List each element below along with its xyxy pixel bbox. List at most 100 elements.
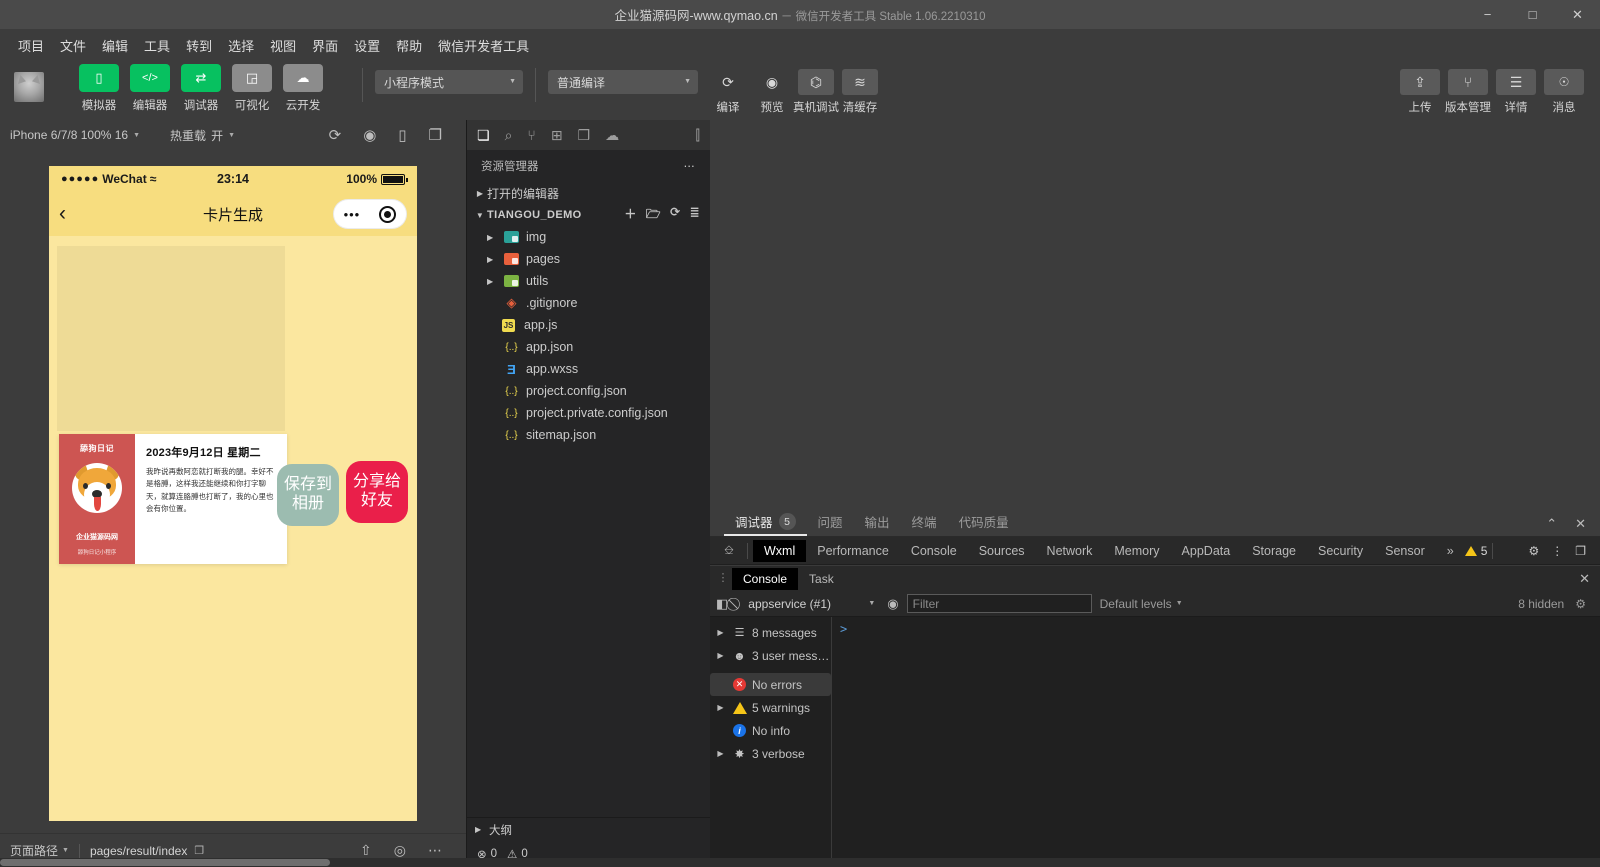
tree-item-img[interactable]: ▶ img bbox=[467, 226, 710, 248]
cloud-debug-icon[interactable]: ☁ bbox=[605, 127, 619, 144]
console-filter-user-messages[interactable]: ▶ ☻ 3 user mess… bbox=[710, 644, 831, 667]
menu-item-edit[interactable]: 编辑 bbox=[94, 32, 136, 59]
tree-item-project-config[interactable]: ▶ {..} project.config.json bbox=[467, 380, 710, 402]
scrollbar-thumb[interactable] bbox=[0, 859, 330, 866]
collapse-icon[interactable]: ⌃ bbox=[1546, 516, 1557, 532]
console-filter-messages[interactable]: ▶ ☰ 8 messages bbox=[710, 621, 831, 644]
compile-button[interactable]: ⟳ 编译 bbox=[706, 64, 750, 115]
close-button[interactable]: ✕ bbox=[1555, 0, 1600, 30]
tree-item-app-json[interactable]: ▶ {..} app.json bbox=[467, 336, 710, 358]
files-icon[interactable]: ❏ bbox=[477, 127, 490, 144]
console-output[interactable]: > bbox=[832, 617, 1600, 867]
console-context-select[interactable]: appservice (#1) ▼ bbox=[744, 594, 879, 613]
tree-item-sitemap[interactable]: ▶ {..} sitemap.json bbox=[467, 424, 710, 446]
tab-network[interactable]: Network bbox=[1036, 540, 1104, 562]
menu-item-file[interactable]: 文件 bbox=[52, 32, 94, 59]
tree-item-app-wxss[interactable]: ▶ Ǝ app.wxss bbox=[467, 358, 710, 380]
tree-item-pages[interactable]: ▶ pages bbox=[467, 248, 710, 270]
menu-item-project[interactable]: 项目 bbox=[10, 32, 52, 59]
tab-performance[interactable]: Performance bbox=[806, 540, 900, 562]
settings-gear-icon[interactable]: ⚙ bbox=[1575, 597, 1586, 611]
console-filter-warnings[interactable]: ▶ 5 warnings bbox=[710, 696, 831, 719]
tab-security[interactable]: Security bbox=[1307, 540, 1374, 562]
compile-mode-select[interactable]: 普通编译 ▼ bbox=[548, 70, 698, 94]
tab-storage[interactable]: Storage bbox=[1241, 540, 1307, 562]
extensions-icon[interactable]: ⊞ bbox=[551, 127, 563, 144]
eye-icon[interactable]: ◎ bbox=[394, 842, 406, 859]
kebab-menu-icon[interactable]: ⋮ bbox=[1551, 544, 1563, 558]
devtools-warning-chip[interactable]: 5 bbox=[1464, 544, 1487, 558]
console-filter-input[interactable]: Filter bbox=[906, 594, 1092, 613]
tab-output[interactable]: 输出 bbox=[854, 512, 901, 536]
save-icon[interactable]: ❒ bbox=[578, 127, 591, 144]
device-select[interactable]: iPhone 6/7/8 100% 16 ▼ bbox=[10, 128, 140, 142]
preview-button[interactable]: ◉ 预览 bbox=[750, 64, 794, 115]
tab-task[interactable]: Task bbox=[798, 568, 845, 590]
more-icon[interactable]: ⋯ bbox=[428, 842, 442, 859]
menu-item-tools[interactable]: 工具 bbox=[136, 32, 178, 59]
tree-item-utils[interactable]: ▶ utils bbox=[467, 270, 710, 292]
hot-reload-toggle[interactable]: 热重载 开 ▼ bbox=[170, 127, 235, 144]
outline-section[interactable]: ▶ 大纲 bbox=[467, 817, 710, 841]
close-icon[interactable]: ✕ bbox=[1579, 571, 1600, 587]
tab-debugger[interactable]: 调试器 5 bbox=[724, 512, 807, 536]
more-icon[interactable]: ⋯ bbox=[684, 159, 697, 173]
tab-console[interactable]: Console bbox=[900, 540, 968, 562]
tab-wxml[interactable]: Wxml bbox=[753, 539, 807, 562]
new-folder-icon[interactable]: 🗁 bbox=[646, 205, 661, 226]
menu-item-devtools[interactable]: 微信开发者工具 bbox=[430, 32, 537, 59]
tree-item-gitignore[interactable]: ▶ ◈ .gitignore bbox=[467, 292, 710, 314]
menu-item-settings[interactable]: 设置 bbox=[346, 32, 388, 59]
toggle-cloud-button[interactable]: ☁ 云开发 bbox=[280, 64, 326, 113]
tab-sources[interactable]: Sources bbox=[968, 540, 1036, 562]
tab-code-quality[interactable]: 代码质量 bbox=[948, 512, 1020, 536]
toggle-debugger-button[interactable]: ⇄ 调试器 bbox=[178, 64, 224, 113]
sidebar-toggle-icon[interactable]: ◧ bbox=[716, 596, 728, 612]
messages-button[interactable]: ☉ 消息 bbox=[1542, 64, 1586, 115]
console-filter-verbose[interactable]: ▶ ✸ 3 verbose bbox=[710, 742, 831, 765]
menu-item-ui[interactable]: 界面 bbox=[304, 32, 346, 59]
drag-handle-icon[interactable]: ⋮ bbox=[714, 573, 732, 584]
console-filter-info[interactable]: ▶ i No info bbox=[710, 719, 831, 742]
project-root-row[interactable]: ▼ TIANGOU_DEMO ＋ 🗁 ⟳ ≣ bbox=[467, 204, 710, 226]
tab-memory[interactable]: Memory bbox=[1103, 540, 1170, 562]
new-file-icon[interactable]: ＋ bbox=[624, 205, 636, 226]
real-device-debug-button[interactable]: ⌬ 真机调试 bbox=[793, 64, 839, 115]
collapse-icon[interactable]: ≣ bbox=[690, 205, 700, 226]
toggle-simulator-button[interactable]: ▯ 模拟器 bbox=[76, 64, 122, 113]
tree-item-app-js[interactable]: ▶ JS app.js bbox=[467, 314, 710, 336]
menu-item-help[interactable]: 帮助 bbox=[388, 32, 430, 59]
tab-sensor[interactable]: Sensor bbox=[1374, 540, 1436, 562]
back-icon[interactable]: ‹ bbox=[59, 202, 89, 226]
minimize-button[interactable]: − bbox=[1465, 0, 1510, 30]
multiwindow-icon[interactable]: ❐ bbox=[429, 126, 442, 144]
open-editors-section[interactable]: ▶ 打开的编辑器 bbox=[467, 182, 710, 204]
page-path-select[interactable]: 页面路径 ▼ bbox=[10, 842, 69, 859]
version-control-button[interactable]: ⑂ 版本管理 bbox=[1445, 64, 1491, 115]
live-expression-icon[interactable]: ◉ bbox=[887, 596, 898, 612]
inspect-element-icon[interactable]: ⎒ bbox=[716, 543, 742, 558]
mode-select[interactable]: 小程序模式 ▼ bbox=[375, 70, 523, 94]
menu-item-goto[interactable]: 转到 bbox=[178, 32, 220, 59]
menu-item-view[interactable]: 视图 bbox=[262, 32, 304, 59]
split-layout-icon[interactable]: ⫿ bbox=[696, 127, 700, 144]
maximize-button[interactable]: □ bbox=[1510, 0, 1555, 30]
tree-item-project-private-config[interactable]: ▶ {..} project.private.config.json bbox=[467, 402, 710, 424]
tab-console[interactable]: Console bbox=[732, 567, 799, 590]
close-icon[interactable]: ✕ bbox=[1575, 516, 1586, 532]
toggle-editor-button[interactable]: </> 编辑器 bbox=[127, 64, 173, 113]
copy-icon[interactable]: ❐ bbox=[194, 844, 204, 857]
source-control-icon[interactable]: ⑂ bbox=[527, 127, 535, 143]
refresh-icon[interactable]: ⟳ bbox=[670, 205, 680, 226]
clear-cache-button[interactable]: ≋ 清缓存 bbox=[838, 64, 882, 115]
avatar[interactable] bbox=[14, 72, 44, 102]
menu-item-select[interactable]: 选择 bbox=[220, 32, 262, 59]
upload-arrow-icon[interactable]: ⇧ bbox=[360, 842, 372, 859]
console-filter-errors[interactable]: ▶ ✕ No errors bbox=[710, 673, 831, 696]
tab-terminal[interactable]: 终端 bbox=[901, 512, 948, 536]
tab-problems[interactable]: 问题 bbox=[807, 512, 854, 536]
refresh-icon[interactable]: ⟳ bbox=[329, 126, 342, 144]
device-icon[interactable]: ▯ bbox=[398, 126, 406, 144]
details-button[interactable]: ☰ 详情 bbox=[1494, 64, 1538, 115]
save-to-album-button[interactable]: 保存到相册 bbox=[277, 464, 339, 526]
